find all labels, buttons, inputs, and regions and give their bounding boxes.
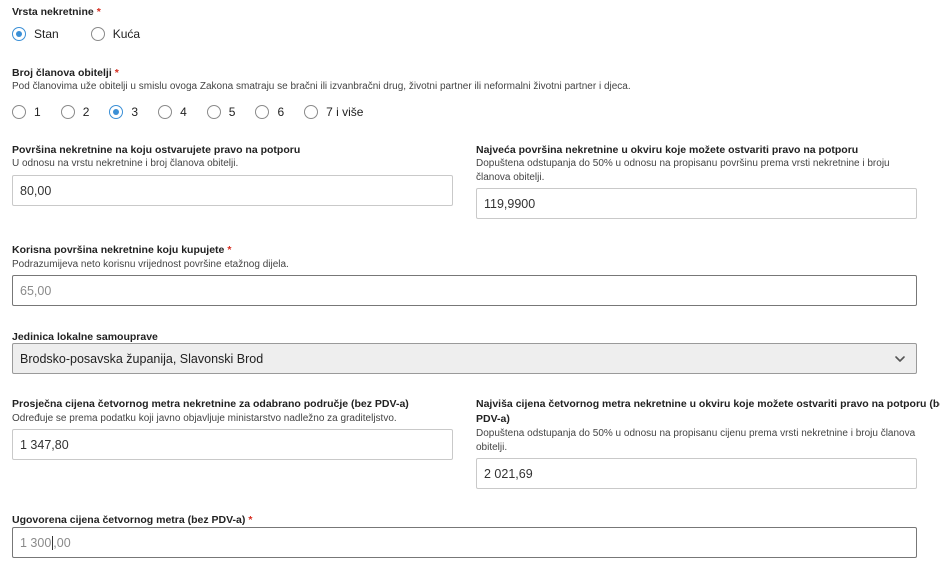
- radio-circle-checked[interactable]: [12, 27, 26, 41]
- property-type-label: Vrsta nekretnine *: [12, 6, 101, 18]
- max-price-input[interactable]: 2 021,69: [476, 458, 917, 489]
- max-area-value: 119,9900: [484, 196, 536, 211]
- max-price-hint: Dopuštena odstupanja do 50% u odnosu na …: [476, 428, 916, 453]
- radio-circle[interactable]: [12, 105, 26, 119]
- radio-label: 2: [82, 105, 90, 119]
- required-mark: *: [248, 514, 253, 526]
- family-members-radio-group: 1 2 3 4 5 6 7 i više: [12, 102, 363, 122]
- avg-price-value: 1 347,80: [20, 437, 69, 452]
- max-area-label: Najveća površina nekretnine u okviru koj…: [476, 144, 859, 156]
- family-members-label-text: Broj članova obitelji: [12, 67, 112, 79]
- property-type-radio-group: Stan Kuća: [12, 24, 140, 44]
- radio-label: 3: [131, 105, 139, 119]
- max-price-label-line1: Najviša cijena četvornog metra nekretnin…: [476, 398, 940, 410]
- radio-label-stan: Stan: [34, 27, 59, 41]
- usable-area-hint: Podrazumijeva neto korisnu vrijednost po…: [12, 259, 289, 270]
- agreed-price-label: Ugovorena cijena četvornog metra (bez PD…: [12, 514, 253, 526]
- radio-label: 7 i više: [326, 105, 364, 119]
- usable-area-label: Korisna površina nekretnine koju kupujet…: [12, 244, 231, 256]
- radio-circle[interactable]: [60, 105, 75, 119]
- required-mark: *: [114, 67, 119, 79]
- property-type-label-text: Vrsta nekretnine: [12, 6, 94, 18]
- local-unit-selected-value: Brodsko-posavska županija, Slavonski Bro…: [20, 351, 264, 366]
- radio-circle[interactable]: [206, 105, 221, 119]
- required-mark: *: [227, 244, 232, 256]
- agreed-price-input[interactable]: 1 300,00: [12, 527, 917, 558]
- eligible-area-hint: U odnosu na vrstu nekretnine i broj član…: [12, 158, 239, 169]
- usable-area-label-text: Korisna površina nekretnine koju kupujet…: [12, 244, 225, 256]
- radio-stan[interactable]: Stan: [12, 27, 59, 41]
- radio-members-4[interactable]: 4: [158, 105, 187, 119]
- radio-kuca[interactable]: Kuća: [90, 27, 141, 41]
- radio-members-5[interactable]: 5: [206, 105, 236, 119]
- chevron-down-icon[interactable]: [894, 353, 906, 365]
- radio-members-6[interactable]: 6: [255, 105, 284, 119]
- usable-area-value: 65,00: [20, 283, 52, 298]
- avg-price-label: Prosječna cijena četvornog metra nekretn…: [12, 398, 409, 410]
- radio-circle[interactable]: [90, 27, 105, 41]
- required-mark: *: [96, 6, 101, 18]
- family-members-hint: Pod članovima uže obitelji u smislu ovog…: [12, 81, 631, 92]
- radio-circle[interactable]: [255, 105, 270, 119]
- eligible-area-input[interactable]: 80,00: [12, 175, 453, 206]
- avg-price-input[interactable]: 1 347,80: [12, 429, 453, 460]
- radio-circle-checked[interactable]: [109, 105, 124, 119]
- family-members-label: Broj članova obitelji *: [12, 67, 119, 79]
- max-area-input[interactable]: 119,9900: [476, 188, 917, 219]
- max-area-hint: Dopuštena odstupanja do 50% u odnosu na …: [476, 158, 890, 183]
- radio-label: 1: [34, 105, 41, 119]
- radio-label-kuca: Kuća: [112, 27, 141, 41]
- radio-members-1[interactable]: 1: [12, 105, 41, 119]
- radio-label: 4: [180, 105, 187, 119]
- agreed-price-value-end: ,00: [53, 535, 71, 550]
- local-unit-label: Jedinica lokalne samouprave: [12, 331, 158, 343]
- radio-members-2[interactable]: 2: [60, 105, 90, 119]
- max-price-value: 2 021,69: [484, 466, 533, 481]
- radio-circle[interactable]: [304, 105, 319, 119]
- agreed-price-value-start: 1 300: [20, 535, 52, 550]
- usable-area-input[interactable]: 65,00: [12, 275, 917, 306]
- max-price-label-line2: PDV-a): [476, 413, 510, 425]
- local-unit-select[interactable]: Brodsko-posavska županija, Slavonski Bro…: [12, 343, 917, 374]
- radio-label: 5: [228, 105, 236, 119]
- eligible-area-value: 80,00: [20, 183, 52, 198]
- agreed-price-label-text: Ugovorena cijena četvornog metra (bez PD…: [12, 514, 246, 526]
- radio-members-3[interactable]: 3: [109, 105, 138, 119]
- radio-members-7-plus[interactable]: 7 i više: [304, 105, 363, 119]
- avg-price-hint: Određuje se prema podatku koji javno obj…: [12, 413, 397, 424]
- radio-circle[interactable]: [158, 105, 173, 119]
- eligible-area-label: Površina nekretnine na koju ostvarujete …: [12, 144, 301, 156]
- radio-label: 6: [277, 105, 285, 119]
